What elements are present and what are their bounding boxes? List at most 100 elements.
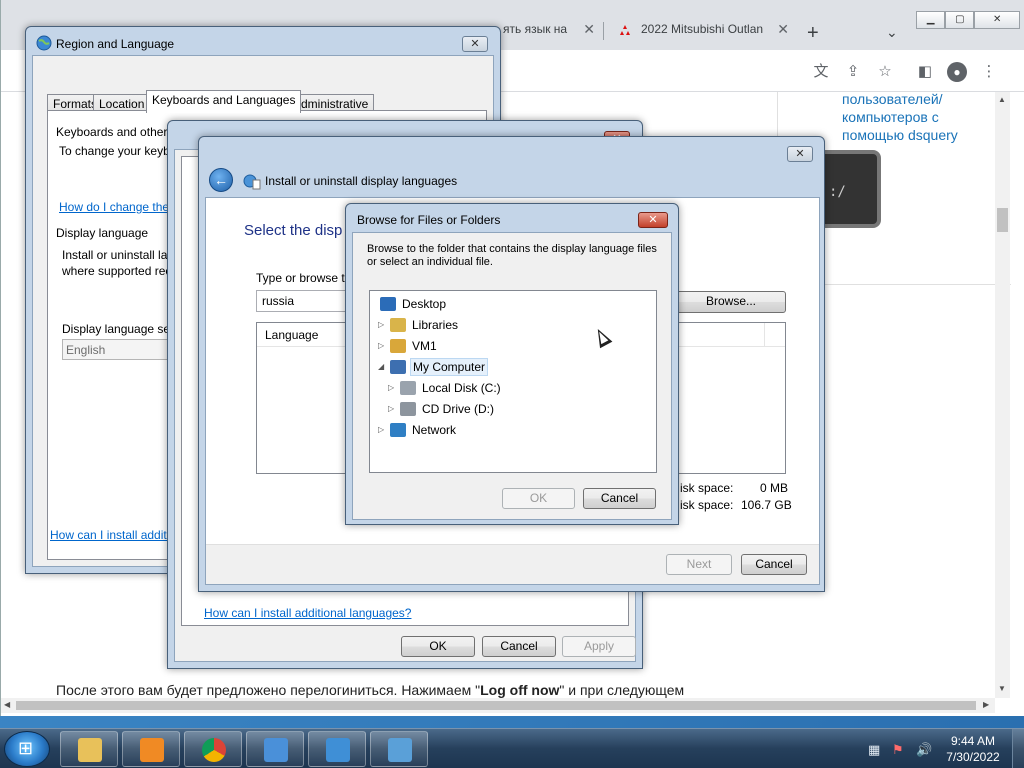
terminal-image: :/	[817, 150, 881, 228]
tree-item-label: Libraries	[412, 318, 459, 332]
desktop-icon	[380, 297, 396, 311]
expand-arrow-icon[interactable]: ▷	[388, 400, 394, 418]
taskbar-button[interactable]	[122, 731, 180, 767]
horizontal-scrollbar[interactable]: ◀ ▶	[1, 698, 995, 713]
display-language-group-title: Display language	[56, 226, 149, 240]
ok-button[interactable]: OK	[401, 636, 475, 657]
disk-space-required-label: isk space:	[680, 481, 734, 495]
close-button[interactable]: ✕	[787, 146, 813, 162]
disk-space-required-value: 0 MB	[760, 481, 789, 495]
back-arrow-icon[interactable]: ←	[209, 168, 233, 192]
start-button[interactable]	[4, 731, 50, 767]
next-button[interactable]: Next	[666, 554, 732, 575]
expanded-arrow-icon[interactable]: ◢	[378, 358, 384, 376]
scroll-down-icon[interactable]: ▼	[998, 684, 1006, 693]
network-tray-icon[interactable]: ▦	[868, 742, 880, 758]
new-tab-icon[interactable]: +	[807, 22, 819, 45]
expand-arrow-icon[interactable]: ▷	[378, 337, 384, 355]
ok-button[interactable]: OK	[502, 488, 575, 509]
vertical-scrollbar[interactable]: ▲ ▼	[995, 92, 1010, 698]
browse-button[interactable]: Browse...	[676, 291, 786, 313]
browser-tab[interactable]: 2022 Mitsubishi Outlan ✕	[607, 12, 795, 50]
close-button[interactable]: ✕	[462, 36, 488, 52]
minimize-button[interactable]: ▁	[916, 11, 946, 29]
close-button[interactable]: ✕	[974, 11, 1020, 29]
window-title: Install or uninstall display languages	[265, 174, 458, 188]
close-button[interactable]: ✕	[638, 212, 668, 228]
expand-arrow-icon[interactable]: ▷	[378, 316, 384, 334]
dialog-title: Browse for Files or Folders	[357, 213, 501, 227]
folder-tree[interactable]: Desktop ▷ Libraries ▷ VM1 ◢ My Computer ▷ Local …	[369, 290, 657, 473]
more-menu-icon[interactable]: ⋮	[979, 62, 999, 82]
cd-drive-icon	[400, 402, 416, 416]
cancel-button[interactable]: Cancel	[583, 488, 656, 509]
browse-folder-dialog: Browse for Files or Folders ✕ Browse to …	[345, 203, 679, 525]
user-folder-icon	[390, 339, 406, 353]
tab-keyboards-languages[interactable]: Keyboards and Languages	[146, 90, 302, 113]
scroll-left-icon[interactable]: ◀	[4, 700, 10, 709]
taskbar-button[interactable]	[184, 731, 242, 767]
article-text: После этого вам будет предложено перелог…	[56, 682, 685, 698]
dialog-description: Browse to the folder that contains the d…	[367, 243, 657, 268]
side-panel-icon[interactable]: ◧	[915, 62, 935, 82]
column-header-language[interactable]: Language	[265, 328, 318, 342]
chrome-icon	[202, 738, 226, 762]
wizard-footer: Next Cancel	[206, 544, 819, 584]
tree-item-label: My Computer	[410, 358, 489, 376]
expand-arrow-icon[interactable]: ▷	[378, 421, 384, 439]
globe-icon	[36, 35, 52, 51]
clock[interactable]: 9:44 AM 7/30/2022	[940, 733, 1006, 765]
taskbar-button[interactable]	[308, 731, 366, 767]
close-tab-icon[interactable]: ✕	[777, 21, 789, 38]
language-install-icon	[243, 174, 261, 190]
explorer-icon	[78, 738, 102, 762]
install-languages-help-link[interactable]: How can I install additional languages?	[204, 606, 411, 620]
scrollbar-thumb[interactable]	[16, 701, 976, 710]
window-title: Region and Language	[56, 37, 175, 51]
drive-icon	[400, 381, 416, 395]
close-tab-icon[interactable]: ✕	[583, 21, 595, 38]
taskbar-button[interactable]	[60, 731, 118, 767]
terminal-glyph: :/	[829, 184, 846, 200]
mitsubishi-logo-icon	[620, 25, 630, 35]
language-install-icon	[388, 738, 412, 762]
libraries-icon	[390, 318, 406, 332]
clock-date: 7/30/2022	[946, 750, 1000, 764]
translate-icon[interactable]: 文	[811, 62, 831, 82]
browser-window-controls: ▁ ▢ ✕	[916, 11, 1020, 29]
share-icon[interactable]: ⇪	[843, 62, 863, 82]
control-panel-icon	[264, 738, 288, 762]
apply-button[interactable]: Apply	[562, 636, 636, 657]
scroll-up-icon[interactable]: ▲	[998, 95, 1006, 104]
scroll-right-icon[interactable]: ▶	[983, 700, 989, 709]
network-icon	[390, 423, 406, 437]
taskbar-button[interactable]	[370, 731, 428, 767]
taskbar: ▦ ⚑ 🔊 9:44 AM 7/30/2022	[0, 728, 1024, 768]
tree-item-label: Local Disk (C:)	[422, 381, 501, 395]
column-divider	[764, 323, 765, 347]
bookmark-star-icon[interactable]: ☆	[875, 62, 895, 82]
volume-icon[interactable]: 🔊	[916, 742, 932, 758]
computer-icon	[390, 360, 406, 374]
clock-time: 9:44 AM	[950, 734, 996, 748]
tree-item-label: Desktop	[402, 297, 447, 311]
dialog-body: Browse to the folder that contains the d…	[352, 232, 672, 520]
disk-space-available-label: isk space:	[680, 498, 734, 512]
browser-tab-label: 2022 Mitsubishi Outlan	[641, 22, 764, 36]
maximize-button[interactable]: ▢	[945, 11, 975, 29]
tree-item-label: VM1	[412, 339, 437, 353]
cancel-button[interactable]: Cancel	[741, 554, 807, 575]
action-center-icon[interactable]: ⚑	[892, 742, 904, 758]
browser-tab-label: ять язык на	[503, 22, 568, 36]
wizard-heading: Select the disp	[244, 222, 343, 239]
sidebar-link[interactable]: пользователей/ компьютеров с помощью dsq…	[842, 90, 992, 144]
chevron-down-icon[interactable]: ⌄	[886, 24, 898, 41]
region-globe-icon	[326, 738, 350, 762]
disk-space-available-value: 106.7 GB	[741, 498, 792, 512]
taskbar-button[interactable]	[246, 731, 304, 767]
expand-arrow-icon[interactable]: ▷	[388, 379, 394, 397]
cancel-button[interactable]: Cancel	[482, 636, 556, 657]
scrollbar-thumb[interactable]	[997, 208, 1008, 232]
profile-avatar-icon[interactable]: ●	[947, 62, 967, 82]
show-desktop-button[interactable]	[1012, 729, 1024, 768]
